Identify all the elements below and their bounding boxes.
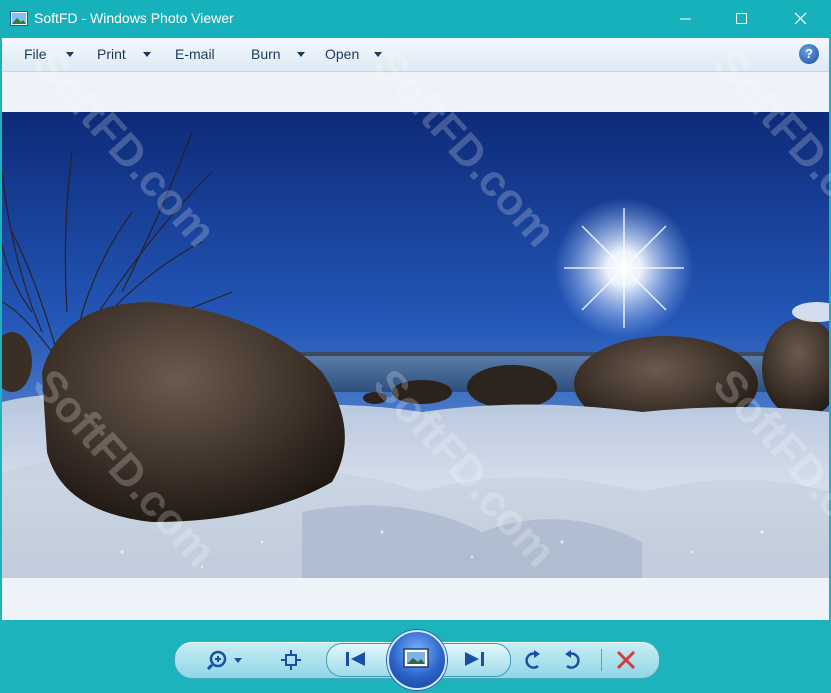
snowy-shore-rocks-sun-photo [2,112,829,578]
menu-open-label: Open [325,46,360,62]
app-icon [10,11,28,26]
previous-icon [346,652,365,666]
menu-burn[interactable]: Burn [251,38,305,71]
delete-icon [616,650,636,670]
rotate-counterclockwise-button[interactable] [522,649,544,671]
chevron-down-icon [297,52,305,57]
menu-print[interactable]: Print [97,38,151,71]
next-button[interactable] [463,650,485,668]
help-icon: ? [805,46,813,61]
minimize-icon [680,18,691,20]
slideshow-button[interactable] [387,630,447,690]
menu-email[interactable]: E-mail [175,38,215,71]
zoom-icon [207,650,242,670]
previous-button[interactable] [345,650,367,668]
rotate-clockwise-button[interactable] [561,649,583,671]
actual-size-icon [281,650,301,670]
delete-button[interactable] [616,650,636,670]
maximize-button[interactable] [713,0,771,38]
menu-file-label: File [24,46,47,62]
zoom-button[interactable] [207,650,247,670]
photo-viewer-area [2,72,829,620]
rotate-clockwise-icon [565,650,580,669]
menu-bar: File Print E-mail Burn Open ? [2,38,829,72]
maximize-icon [736,13,747,24]
chevron-down-icon [66,52,74,57]
menu-file[interactable]: File [24,38,74,71]
chevron-down-icon [374,52,382,57]
menu-open[interactable]: Open [325,38,382,71]
chevron-down-icon [143,52,151,57]
help-button[interactable]: ? [799,44,819,64]
close-icon [794,12,807,25]
actual-size-button[interactable] [281,650,301,670]
window-title: SoftFD - Windows Photo Viewer [34,10,234,26]
toolbar-divider [601,649,602,671]
menu-email-label: E-mail [175,46,215,62]
menu-print-label: Print [97,46,126,62]
displayed-photo[interactable] [2,112,829,578]
close-button[interactable] [772,0,830,38]
slideshow-icon [403,648,429,668]
minimize-button[interactable] [657,0,715,38]
title-bar: SoftFD - Windows Photo Viewer [0,0,831,38]
next-icon [465,652,484,666]
menu-burn-label: Burn [251,46,281,62]
rotate-counterclockwise-icon [525,650,540,669]
